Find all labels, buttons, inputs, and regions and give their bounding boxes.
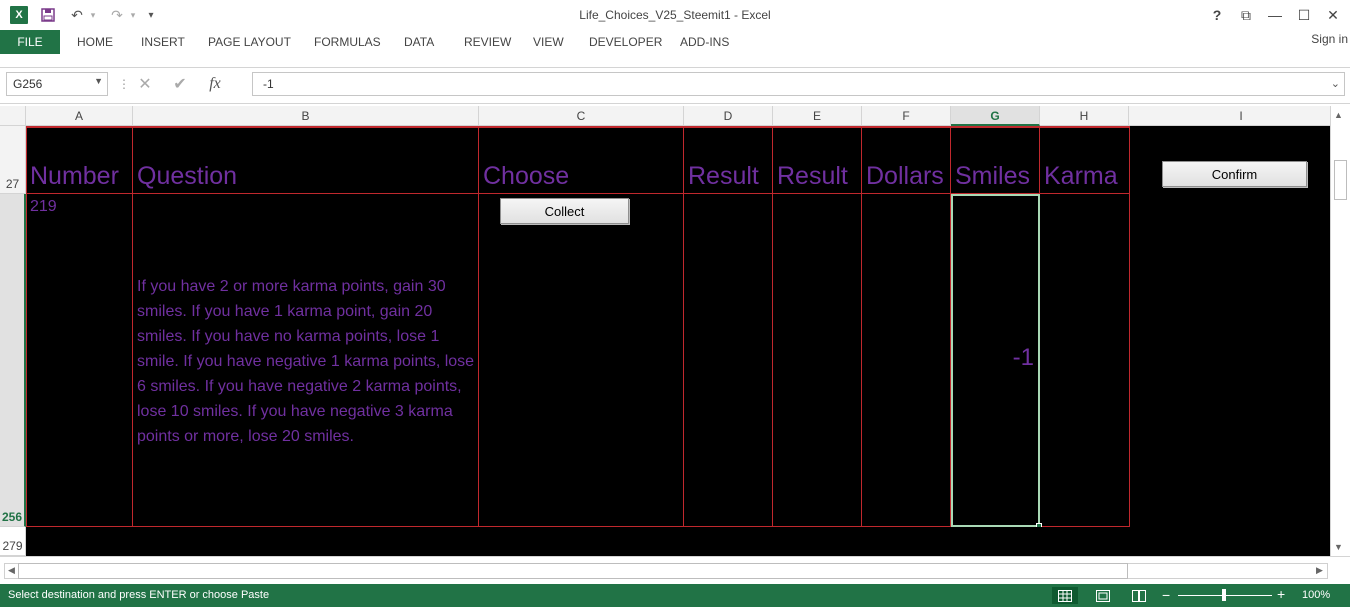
scroll-left-icon[interactable]: ◀ (8, 565, 15, 576)
formula-bar-grip-icon: ⋮ (118, 77, 130, 91)
question-text: If you have 2 or more karma points, gain… (137, 278, 475, 445)
zoom-in-icon[interactable]: + (1277, 586, 1285, 602)
minimize-icon[interactable]: — (1262, 5, 1288, 25)
window-title: Life_Choices_V25_Steemit1 - Excel (579, 8, 771, 22)
header-number: Number (30, 162, 119, 190)
zoom-out-icon[interactable]: − (1162, 587, 1170, 603)
column-header-a[interactable]: A (26, 106, 133, 126)
tab-data[interactable]: DATA (404, 35, 434, 49)
horizontal-scroll-thumb[interactable] (18, 563, 1128, 579)
tab-add-ins[interactable]: ADD-INS (680, 35, 729, 49)
help-icon[interactable]: ? (1204, 5, 1230, 25)
column-header-c[interactable]: C (479, 106, 684, 126)
header-dollars: Dollars (866, 162, 944, 190)
tab-page-layout[interactable]: PAGE LAYOUT (208, 35, 291, 49)
title-bar: X ↶ ▾ ↷ ▾ ▾ Life_Choices_V25_Steemit1 - … (0, 0, 1350, 30)
confirm-button[interactable]: Confirm (1162, 161, 1307, 187)
cell-result-2[interactable] (773, 194, 862, 527)
maximize-icon[interactable]: ☐ (1291, 5, 1317, 25)
header-karma: Karma (1044, 162, 1118, 190)
row-header-279[interactable]: 279 (0, 527, 26, 556)
page-break-preview-icon[interactable] (1126, 587, 1152, 604)
header-cell-smiles[interactable]: Smiles (951, 126, 1040, 194)
tab-developer[interactable]: DEVELOPER (589, 35, 662, 49)
sign-in-link[interactable]: Sign in (1311, 32, 1348, 46)
ribbon-tabs: FILE HOME INSERT PAGE LAYOUT FORMULAS DA… (0, 30, 1350, 54)
formula-bar: G256 ▼ ⋮ ✕ ✔ fx -1 ⌄ (0, 68, 1350, 104)
confirm-entry-icon[interactable]: ✔ (162, 74, 198, 94)
horizontal-scrollbar-area: ◀ ▶ (0, 556, 1350, 584)
cancel-entry-icon[interactable]: ✕ (128, 74, 162, 94)
number-value: 219 (30, 198, 57, 215)
worksheet-grid[interactable]: A B C D E F G H I 27 256 279 Number Ques… (0, 106, 1330, 556)
tab-file[interactable]: FILE (0, 30, 60, 54)
smiles-value: -1 (1012, 344, 1034, 371)
cell-result-1[interactable] (684, 194, 773, 527)
header-result-2: Result (777, 162, 848, 190)
cell-choose[interactable] (479, 194, 684, 527)
header-smiles: Smiles (955, 162, 1031, 190)
column-header-e[interactable]: E (773, 106, 862, 126)
header-choose: Choose (483, 162, 570, 190)
name-box-value: G256 (13, 77, 43, 91)
insert-function-icon[interactable]: fx (198, 75, 232, 93)
expand-formula-bar-icon[interactable]: ⌄ (1331, 77, 1340, 90)
scroll-up-icon[interactable]: ▲ (1334, 110, 1343, 120)
header-cell-question[interactable]: Question (133, 126, 479, 194)
column-header-b[interactable]: B (133, 106, 479, 126)
cell-karma[interactable] (1040, 194, 1130, 527)
row-header-256[interactable]: 256 (0, 194, 26, 527)
normal-view-icon[interactable] (1052, 587, 1078, 604)
ribbon-collapsed-area (0, 54, 1350, 68)
header-cell-result-1[interactable]: Result (684, 126, 773, 194)
formula-tools: ⋮ ✕ ✔ fx (118, 72, 232, 96)
header-cell-karma[interactable]: Karma (1040, 126, 1130, 194)
vertical-scrollbar[interactable]: ▲ ▼ (1330, 106, 1350, 556)
zoom-slider-handle[interactable] (1222, 589, 1226, 601)
header-cell-number[interactable]: Number (26, 126, 133, 194)
status-message: Select destination and press ENTER or ch… (8, 589, 270, 601)
tab-review[interactable]: REVIEW (464, 35, 511, 49)
zoom-level[interactable]: 100% (1302, 589, 1330, 601)
cell-question[interactable]: If you have 2 or more karma points, gain… (133, 194, 479, 527)
status-bar: Select destination and press ENTER or ch… (0, 584, 1350, 607)
header-cell-result-2[interactable]: Result (773, 126, 862, 194)
column-header-d[interactable]: D (684, 106, 773, 126)
tab-view[interactable]: VIEW (533, 35, 564, 49)
name-box-dropdown-icon[interactable]: ▼ (94, 76, 103, 86)
scroll-down-icon[interactable]: ▼ (1334, 542, 1343, 552)
close-icon[interactable]: ✕ (1320, 5, 1346, 25)
cell-number[interactable]: 219 (26, 194, 133, 527)
formula-value: -1 (263, 77, 274, 91)
column-header-h[interactable]: H (1040, 106, 1129, 126)
formula-input[interactable]: -1 ⌄ (252, 72, 1345, 96)
tab-formulas[interactable]: FORMULAS (314, 35, 381, 49)
column-header-g[interactable]: G (951, 106, 1040, 126)
tab-insert[interactable]: INSERT (141, 35, 185, 49)
vertical-scroll-thumb[interactable] (1334, 160, 1347, 200)
cell-dollars[interactable] (862, 194, 951, 527)
header-cell-dollars[interactable]: Dollars (862, 126, 951, 194)
tab-home[interactable]: HOME (77, 35, 113, 49)
select-all-corner[interactable] (0, 106, 26, 126)
scroll-right-icon[interactable]: ▶ (1316, 565, 1323, 576)
name-box[interactable]: G256 ▼ (6, 72, 108, 96)
header-question: Question (137, 162, 238, 190)
page-layout-view-icon[interactable] (1090, 587, 1116, 604)
cell-smiles-selected[interactable]: -1 (951, 194, 1040, 527)
row-279-cells[interactable] (26, 527, 1330, 556)
collect-button[interactable]: Collect (500, 198, 629, 224)
row-header-27[interactable]: 27 (0, 126, 26, 194)
column-header-i[interactable]: I (1129, 106, 1330, 126)
header-result-1: Result (688, 162, 759, 190)
header-cell-choose[interactable]: Choose (479, 126, 684, 194)
ribbon-display-options-icon[interactable]: ⧉ (1233, 5, 1259, 25)
column-header-f[interactable]: F (862, 106, 951, 126)
